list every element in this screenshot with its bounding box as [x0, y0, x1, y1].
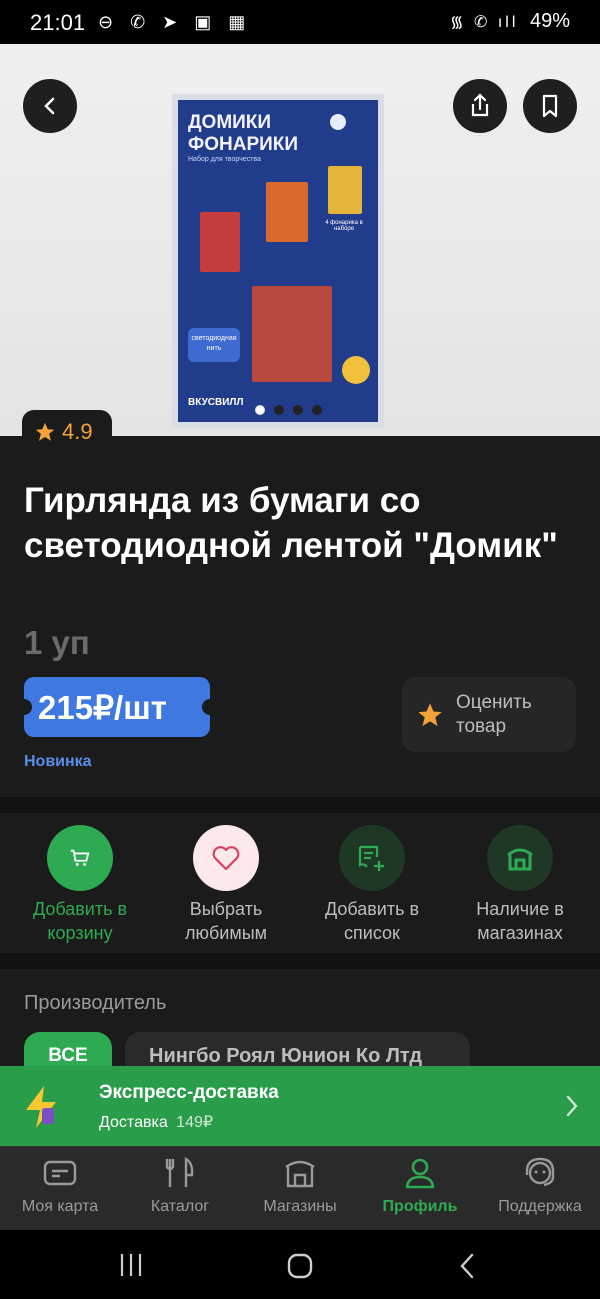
- carousel-dot[interactable]: [274, 405, 284, 415]
- section-divider: [0, 797, 600, 813]
- nav-catalog[interactable]: Каталог: [120, 1156, 240, 1216]
- nav-my-card[interactable]: Моя карта: [0, 1157, 120, 1216]
- cutlery-icon: [165, 1156, 194, 1187]
- nav-label: Моя карта: [21, 1198, 99, 1215]
- status-bar: 21:01 ⊖ ✆ ➤ ▣ ▦ ᯾ ✆ ıll 49%: [0, 0, 600, 44]
- delivery-label: Доставка: [99, 1114, 168, 1131]
- product-unit: 1 уп: [24, 624, 90, 661]
- section-divider: [0, 953, 600, 969]
- house-graphic: [266, 182, 308, 242]
- notification-icons: ⊖ ✆ ➤ ▣ ▦: [98, 12, 252, 32]
- express-delivery-banner[interactable]: Экспресс-доставка Доставка 149₽: [0, 1066, 600, 1146]
- back-button[interactable]: [23, 79, 77, 133]
- manufacturer-heading: Производитель: [24, 992, 167, 1014]
- bookmark-icon: [542, 94, 558, 118]
- package-sticker: [342, 356, 370, 384]
- express-title: Экспресс-доставка: [99, 1082, 279, 1103]
- add-to-cart-button[interactable]: Добавить в корзину: [10, 825, 150, 945]
- product-image-carousel[interactable]: ДОМИКИ ФОНАРИКИ Набор для творчества 4 ф…: [0, 44, 600, 436]
- add-to-cart-label: Добавить в корзину: [32, 899, 128, 943]
- house-graphic: [328, 166, 362, 214]
- product-actions: Добавить в корзину Выбрать любимым Добав…: [0, 813, 600, 953]
- support-icon: [525, 1157, 555, 1187]
- store-availability-button[interactable]: Наличие в магазинах: [450, 825, 590, 945]
- bookmark-button[interactable]: [523, 79, 577, 133]
- package-subtitle: Набор для творчества: [188, 156, 261, 163]
- store-availability-label: Наличие в магазинах: [476, 899, 564, 943]
- store-icon: [285, 1160, 315, 1188]
- package-brand: ВКУСВИЛЛ: [188, 397, 244, 408]
- system-navigation-bar: [0, 1230, 600, 1299]
- rate-product-label: Оценить товар: [456, 691, 532, 737]
- nav-profile[interactable]: Профиль: [360, 1157, 480, 1216]
- rating-value: 4.9: [62, 419, 93, 444]
- battery-level: 49%: [529, 10, 570, 32]
- recent-apps-icon[interactable]: [118, 1252, 144, 1278]
- star-icon: [418, 702, 442, 726]
- signal-icon: ᯾ ✆ ıll: [449, 14, 519, 31]
- package-led-label: светодиодная нить: [188, 328, 240, 362]
- new-badge: Новинка: [24, 753, 92, 770]
- status-right: ᯾ ✆ ıll 49%: [450, 10, 570, 33]
- add-to-list-button[interactable]: Добавить в список: [302, 825, 442, 945]
- heart-icon: [193, 825, 259, 891]
- moon-graphic: [330, 114, 346, 130]
- carousel-dots: [255, 402, 331, 415]
- express-delivery-info: Доставка 149₽: [99, 1112, 213, 1132]
- nav-label: Поддержка: [498, 1198, 582, 1215]
- delivery-price: 149₽: [176, 1114, 214, 1131]
- share-button[interactable]: [453, 79, 507, 133]
- star-icon: [35, 422, 55, 441]
- cart-icon: [47, 825, 113, 891]
- rate-product-button[interactable]: Оценить товар: [402, 677, 576, 752]
- nav-stores[interactable]: Магазины: [240, 1157, 360, 1216]
- status-time: 21:01: [30, 10, 86, 35]
- bottom-navigation: Моя карта Каталог Магазины Профиль Подде…: [0, 1146, 600, 1231]
- card-icon: [43, 1160, 77, 1186]
- house-graphic: [252, 286, 332, 382]
- package-title: ДОМИКИ ФОНАРИКИ: [188, 112, 299, 155]
- chevron-left-icon: [44, 97, 55, 115]
- price-tag: 215₽/шт: [16, 677, 218, 737]
- nav-label: Магазины: [263, 1198, 337, 1215]
- carousel-dot[interactable]: [255, 405, 265, 415]
- favorite-label: Выбрать любимым: [184, 899, 268, 943]
- rating-badge: 4.9: [22, 410, 112, 454]
- carousel-dot[interactable]: [312, 405, 322, 415]
- list-add-icon: [339, 825, 405, 891]
- product-title: Гирлянда из бумаги со светодиодной ленто…: [24, 481, 558, 565]
- nav-label: Профиль: [382, 1198, 458, 1215]
- back-nav-icon[interactable]: [456, 1252, 478, 1280]
- share-icon: [471, 93, 489, 117]
- profile-icon: [405, 1158, 435, 1189]
- carousel-dot[interactable]: [293, 405, 303, 415]
- house-graphic: [200, 212, 240, 272]
- chevron-right-icon: [566, 1095, 578, 1117]
- store-icon: [487, 825, 553, 891]
- favorite-button[interactable]: Выбрать любимым: [156, 825, 296, 945]
- nav-label: Каталог: [150, 1198, 210, 1215]
- package-badge: 4 фонарика в наборе: [325, 220, 363, 232]
- nav-support[interactable]: Поддержка: [480, 1157, 600, 1216]
- home-icon[interactable]: [286, 1252, 314, 1280]
- lightning-icon: [26, 1086, 56, 1128]
- product-package-image: ДОМИКИ ФОНАРИКИ Набор для творчества 4 ф…: [172, 94, 384, 428]
- add-to-list-label: Добавить в список: [324, 899, 420, 943]
